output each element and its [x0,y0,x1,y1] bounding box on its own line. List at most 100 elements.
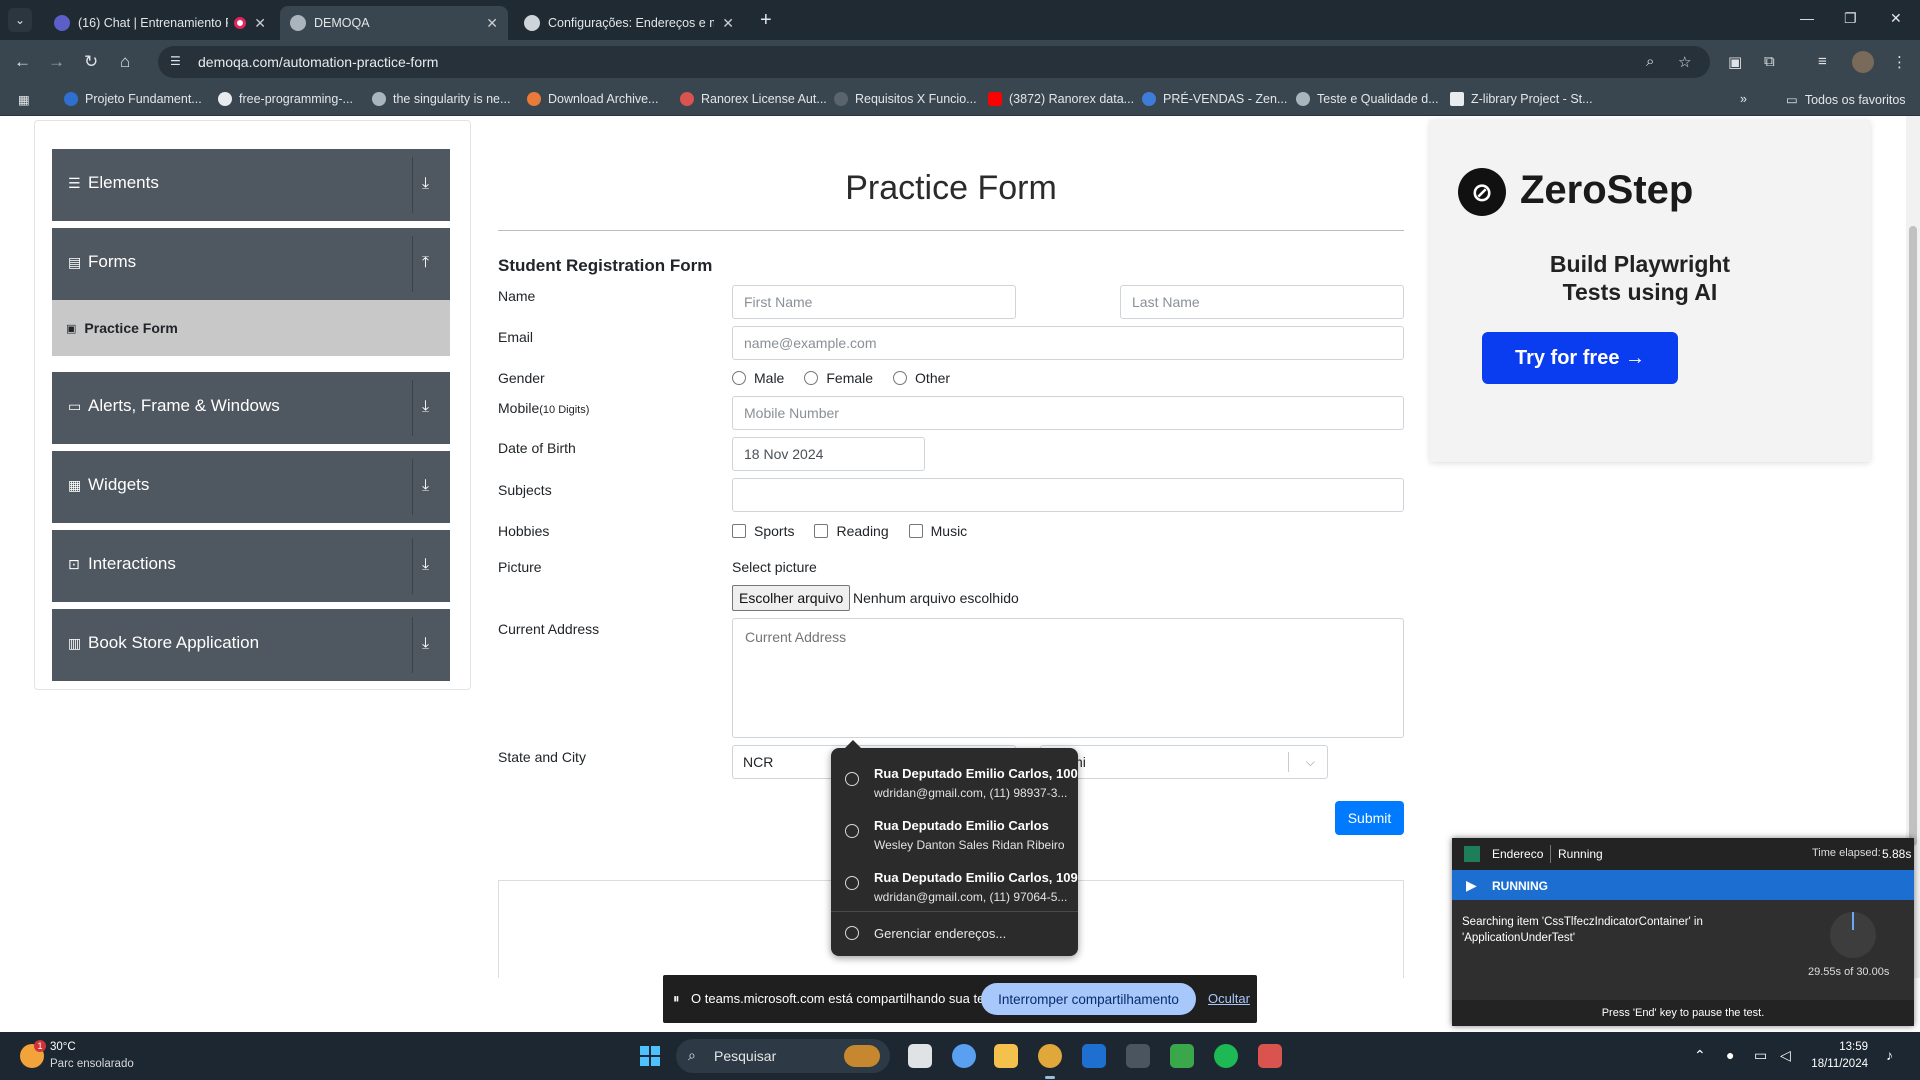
expand-arrow-icon[interactable]: ⤓ [422,635,429,653]
profile-avatar[interactable] [1852,51,1874,73]
autofill-suggestion[interactable]: Rua Deputado Emilio Carlos, 100 wdridan@… [831,756,1078,806]
first-name-input[interactable] [732,285,1016,319]
bookmark-item[interactable]: Projeto Fundament... [64,92,202,106]
subjects-input[interactable] [732,478,1404,512]
radio-label[interactable]: Male [754,370,784,386]
snipping-tool-icon[interactable] [1126,1044,1150,1068]
network-icon[interactable]: ▭ [1754,1047,1767,1064]
chrome-icon[interactable] [1038,1044,1062,1068]
date-of-birth-input[interactable]: 18 Nov 2024 [732,437,925,471]
bookmark-item[interactable]: the singularity is ne... [372,92,510,106]
bookmark-item[interactable]: Ranorex License Aut... [680,92,827,106]
tab-search-chevron-icon[interactable]: ⌄ [8,8,32,32]
current-address-textarea[interactable] [732,618,1404,738]
gender-other-radio[interactable] [893,371,908,385]
gender-female-radio[interactable] [804,371,819,385]
autofill-suggestion[interactable]: Rua Deputado Emilio Carlos, 109 wdridan@… [831,860,1078,910]
apps-grid-icon[interactable]: ▦ [18,92,30,107]
hobby-sports-checkbox[interactable] [732,524,746,538]
address-bar[interactable]: ☰ demoqa.com/automation-practice-form ⌕ … [158,46,1710,78]
group-elements[interactable]: ☰ Elements ⤓ [52,149,450,221]
copilot-icon[interactable] [952,1044,976,1068]
home-icon[interactable]: ⌂ [120,52,130,72]
autofill-suggestion[interactable]: Rua Deputado Emilio Carlos Wesley Danton… [831,808,1078,858]
window-close-icon[interactable]: ✕ [1890,10,1902,27]
group-book-store[interactable]: ▥ Book Store Application ⤓ [52,609,450,681]
all-bookmarks-folder[interactable]: ▭ Todos os favoritos [1786,92,1906,108]
mobile-input[interactable] [732,396,1404,430]
taskbar-search[interactable]: ⌕ Pesquisar [676,1039,890,1073]
minimize-icon[interactable]: — [1800,10,1814,26]
email-input[interactable] [732,326,1404,360]
expand-arrow-icon[interactable]: ⤓ [422,556,429,574]
outlook-icon[interactable] [1082,1044,1106,1068]
forward-arrow-icon[interactable]: → [48,52,65,72]
media-controls-icon[interactable]: ≡ [1818,53,1827,70]
drag-handle-icon[interactable]: ⏸ [673,991,680,1007]
file-explorer-icon[interactable] [994,1044,1018,1068]
close-icon[interactable]: ✕ [486,15,498,32]
bookmark-item[interactable]: Download Archive... [527,92,658,106]
menu-kebab-icon[interactable]: ⋮ [1892,53,1907,71]
group-widgets[interactable]: ▦ Widgets ⤓ [52,451,450,523]
scrollbar-thumb[interactable] [1909,226,1917,846]
expand-arrow-icon[interactable]: ⤓ [422,398,429,416]
clock-date[interactable]: 18/11/2024 [1804,1058,1868,1070]
bookmark-item[interactable]: free-programming-... [218,92,353,106]
last-name-input[interactable] [1120,285,1404,319]
gender-male-radio[interactable] [732,371,746,385]
stop-sharing-button[interactable]: Interromper compartilhamento [981,983,1196,1015]
bookmark-star-icon[interactable]: ☆ [1678,53,1691,71]
more-bookmarks-chevron-icon[interactable]: » [1740,92,1747,106]
reload-icon[interactable]: ↻ [84,52,98,72]
collapse-arrow-icon[interactable]: ⤒ [422,254,429,272]
close-icon[interactable]: ✕ [254,15,266,32]
restore-icon[interactable]: ❐ [1844,10,1857,27]
group-alerts[interactable]: ▭ Alerts, Frame & Windows ⤓ [52,372,450,444]
app-cc-icon[interactable] [1170,1044,1194,1068]
hobby-reading-checkbox[interactable] [814,524,829,538]
expand-arrow-icon[interactable]: ⤓ [422,175,429,193]
submit-button[interactable]: Submit [1335,801,1404,835]
zoom-magnifier-icon[interactable]: ⌕ [1646,53,1654,70]
chevron-down-icon[interactable]: ⌵ [1306,746,1315,778]
bookmark-item[interactable]: PRÉ-VENDAS - Zen... [1142,92,1287,106]
extension-b-icon[interactable]: ▣ [1728,53,1742,71]
zerostep-ad[interactable]: ⊘ ZeroStep Build Playwright Tests using … [1430,120,1870,462]
sidebar-item-practice-form[interactable]: ▣ Practice Form [52,300,450,356]
radio-label[interactable]: Other [915,370,950,386]
volume-icon[interactable]: ◁ [1780,1047,1791,1064]
clock-time[interactable]: 13:59 [1814,1041,1868,1053]
checkbox-label[interactable]: Sports [754,523,794,539]
bookmark-item[interactable]: (3872) Ranorex data... [988,92,1134,106]
tab-teams-chat[interactable]: (16) Chat | Entrenamiento R ✕ [44,6,276,40]
weather-description[interactable]: Parc ensolarado [50,1058,134,1070]
weather-temperature[interactable]: 30°C [50,1041,76,1053]
bookmark-item[interactable]: Requisitos X Funcio... [834,92,977,106]
new-tab-plus-icon[interactable]: + [760,9,772,32]
microphone-icon[interactable]: ● [1726,1047,1734,1063]
manage-addresses-link[interactable]: Gerenciar endereços... [874,926,1006,941]
extensions-puzzle-icon[interactable]: ⧉ [1764,53,1775,70]
expand-arrow-icon[interactable]: ⤓ [422,477,429,495]
try-for-free-button[interactable]: Try for free → [1482,332,1678,384]
group-interactions[interactable]: ⊡ Interactions ⤓ [52,530,450,602]
radio-label[interactable]: Female [826,370,873,386]
close-icon[interactable]: ✕ [722,15,734,32]
bookmark-item[interactable]: Z-library Project - St... [1450,92,1593,106]
task-view-icon[interactable] [908,1044,932,1068]
tray-chevron-up-icon[interactable]: ⌃ [1694,1047,1706,1064]
bookmark-item[interactable]: Teste e Qualidade d... [1296,92,1439,106]
city-select[interactable]: hi ⌵ [1040,745,1328,779]
tab-demoqa[interactable]: DEMOQA ✕ [280,6,508,40]
notifications-bell-icon[interactable]: ♪ [1886,1047,1893,1063]
back-arrow-icon[interactable]: ← [14,52,31,72]
hobby-music-checkbox[interactable] [908,524,923,538]
ranorex-icon[interactable] [1258,1044,1282,1068]
hide-link[interactable]: Ocultar [1208,991,1250,1006]
windows-start-icon[interactable] [640,1046,660,1066]
site-info-icon[interactable]: ☰ [170,54,186,70]
choose-file-button[interactable]: Escolher arquivo [732,585,851,611]
tab-settings[interactable]: Configurações: Endereços e ma ✕ [514,6,744,40]
checkbox-label[interactable]: Music [931,523,968,539]
